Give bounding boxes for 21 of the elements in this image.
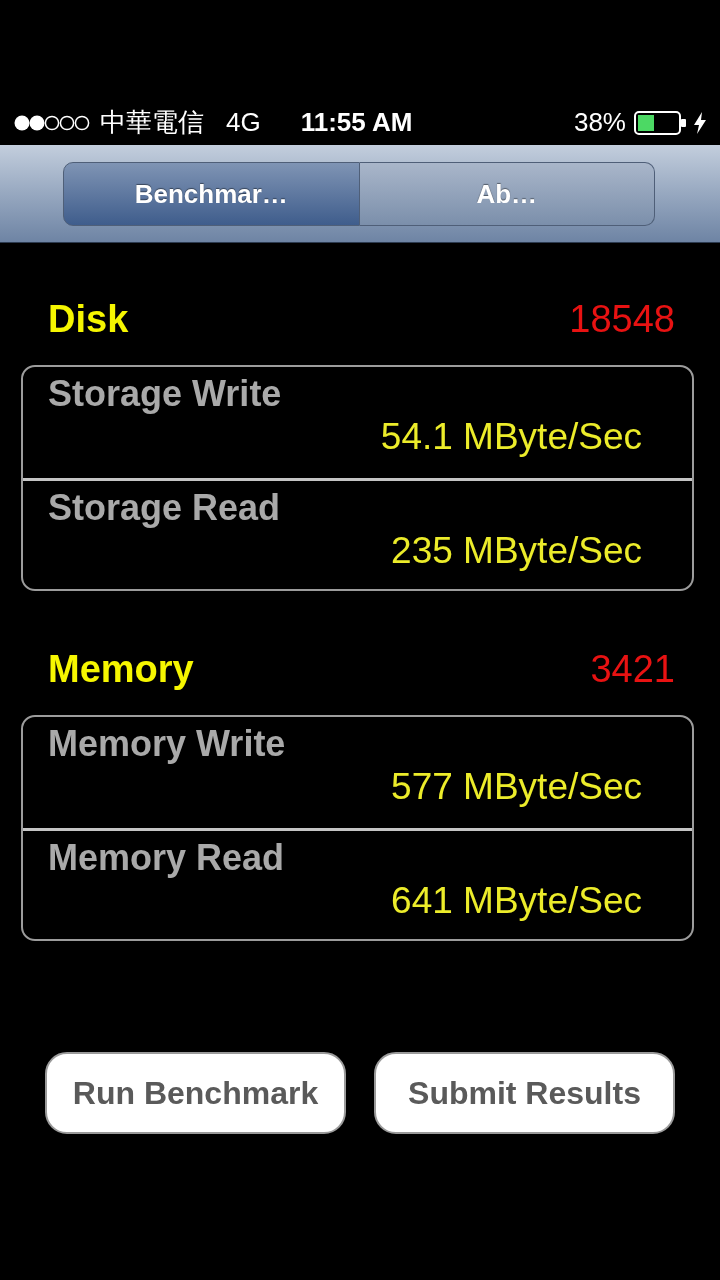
network-type: 4G [226,106,261,139]
section-score: 3421 [590,646,675,692]
action-button[interactable]: Submit Results [374,1052,675,1134]
metric-label: Memory Read [48,837,285,879]
segment-tab[interactable]: Benchmar… [63,162,360,226]
section-title: Memory [48,646,194,692]
action-button[interactable]: Run Benchmark [45,1052,346,1134]
carrier-name: 中華電信 [100,106,204,139]
battery-percent: 38% [573,106,626,139]
metric-label: Memory Write [48,723,286,765]
metric-value: 54.1 MByte/Sec [380,415,642,459]
metric-label: Storage Read [48,487,281,529]
section-title: Disk [48,296,129,342]
metric-value: 641 MByte/Sec [391,879,642,923]
status-time: 11:55 AM [300,106,413,139]
metric-value: 235 MByte/Sec [391,529,642,573]
metric-value: 577 MByte/Sec [391,765,642,809]
section-score: 18548 [569,296,675,342]
battery-icon [634,110,686,135]
metric-label: Storage Write [48,373,282,415]
signal-icon [14,114,90,131]
